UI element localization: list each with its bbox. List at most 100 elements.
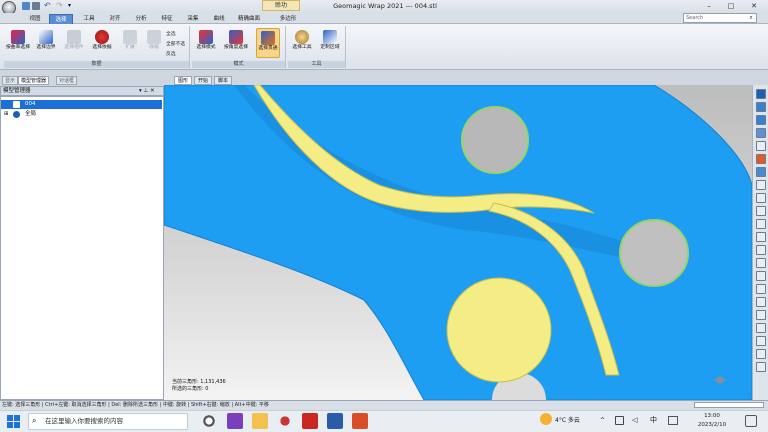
notifications-icon[interactable] bbox=[745, 415, 757, 427]
clock-time: 13:00 bbox=[704, 413, 720, 419]
lighting-icon[interactable] bbox=[756, 180, 766, 190]
select-component-button[interactable]: 选择组件 bbox=[62, 28, 86, 58]
3d-viewport[interactable] bbox=[164, 85, 752, 400]
weather-text[interactable]: 4°C 多云 bbox=[555, 417, 580, 425]
shrink-button[interactable]: 收缩 bbox=[142, 28, 166, 58]
taskbar-search-input[interactable]: 在这里输入你要搜索的内容 bbox=[28, 413, 188, 430]
clip-icon[interactable] bbox=[756, 245, 766, 255]
component-icon bbox=[67, 30, 81, 44]
right-toolbar bbox=[752, 85, 768, 400]
minimize-button[interactable]: – bbox=[700, 1, 718, 11]
redo-icon[interactable]: ↷ bbox=[56, 2, 64, 10]
close-button[interactable]: ✕ bbox=[745, 1, 763, 11]
lasso-icon bbox=[295, 30, 309, 44]
select-by-curvature-button[interactable]: 按曲率选择 bbox=[6, 28, 30, 58]
model-tree bbox=[0, 96, 164, 400]
grid-icon[interactable] bbox=[756, 232, 766, 242]
tray-chevron-icon[interactable]: ^ bbox=[600, 417, 605, 425]
viewport-tabs: 图形 开始 脚本 bbox=[164, 76, 768, 85]
section-icon[interactable] bbox=[756, 219, 766, 229]
tree-item-004[interactable]: 004 bbox=[1, 100, 162, 109]
panel-pin-icon[interactable]: ▾ ⊥ ✕ bbox=[139, 87, 155, 96]
invert-selection-button[interactable]: 反选 bbox=[166, 50, 176, 57]
measure-icon[interactable] bbox=[756, 206, 766, 216]
hole-right bbox=[619, 219, 689, 287]
view-top-icon[interactable] bbox=[756, 128, 766, 138]
progress-bar bbox=[694, 402, 764, 408]
maximize-button[interactable]: □ bbox=[722, 1, 740, 11]
clock[interactable]: 13:00 2023/2/10 bbox=[690, 412, 734, 430]
record-icon[interactable] bbox=[277, 413, 293, 429]
tab-view[interactable]: 视图 bbox=[24, 14, 46, 24]
selection-mode-icon bbox=[199, 30, 213, 44]
select-by-angle-button[interactable]: 按角度选择 bbox=[224, 28, 248, 58]
tab-model-manager[interactable]: 模型管理器 bbox=[18, 76, 50, 85]
select-none-button[interactable]: 全部不选 bbox=[166, 40, 185, 47]
windows-start-icon[interactable] bbox=[7, 415, 20, 428]
fit-icon[interactable] bbox=[756, 297, 766, 307]
tab-display[interactable]: 显示 bbox=[2, 76, 19, 85]
mesh-render bbox=[164, 85, 752, 400]
tab-exact-surfaces[interactable]: 精确曲面 bbox=[234, 14, 264, 24]
view-back-icon[interactable] bbox=[756, 115, 766, 125]
tab-graphics[interactable]: 图形 bbox=[174, 76, 193, 85]
calendar-icon[interactable] bbox=[668, 416, 678, 425]
file-explorer-icon[interactable] bbox=[252, 413, 268, 429]
custom-region-button[interactable]: 定制区域 bbox=[318, 28, 342, 58]
wps-icon[interactable] bbox=[352, 413, 368, 429]
points-icon[interactable] bbox=[756, 349, 766, 359]
selection-mode-button[interactable]: 选择模式 bbox=[194, 28, 218, 58]
clock-date: 2023/2/10 bbox=[697, 422, 727, 428]
tab-features[interactable]: 特征 bbox=[156, 14, 178, 24]
view-cube-icon[interactable] bbox=[756, 89, 766, 99]
tab-script[interactable]: 脚本 bbox=[214, 76, 233, 85]
wireframe-icon[interactable] bbox=[756, 167, 766, 177]
tab-polygons[interactable]: 多边形 bbox=[274, 14, 302, 24]
tab-align[interactable]: 对齐 bbox=[104, 14, 126, 24]
pan-icon[interactable] bbox=[756, 271, 766, 281]
expand-button[interactable]: 扩展 bbox=[118, 28, 142, 58]
tab-dialog[interactable]: 对话框 bbox=[56, 76, 78, 85]
select-by-button[interactable]: 选择依据 bbox=[90, 28, 114, 58]
hide-icon[interactable] bbox=[756, 258, 766, 268]
task-view-icon[interactable] bbox=[201, 413, 217, 429]
bounding-box-icon[interactable] bbox=[756, 323, 766, 333]
render-icon[interactable] bbox=[756, 362, 766, 372]
status-bar: 左键: 选择三角形 | Ctrl+左键: 取消选择三角形 | Del: 删除所选… bbox=[0, 400, 768, 410]
new-file-icon[interactable] bbox=[22, 2, 30, 10]
rotate-icon[interactable] bbox=[756, 284, 766, 294]
shading-icon[interactable] bbox=[756, 154, 766, 164]
qa-dropdown-icon[interactable]: ▾ bbox=[68, 2, 76, 10]
tab-analysis[interactable]: 分析 bbox=[130, 14, 152, 24]
weather-icon bbox=[540, 413, 552, 425]
tab-capture[interactable]: 采集 bbox=[182, 14, 204, 24]
tab-select[interactable]: 选择 bbox=[49, 14, 73, 24]
search-icon[interactable]: ⌕ bbox=[747, 14, 755, 22]
selection-tools-button[interactable]: 选择工具 bbox=[290, 28, 314, 58]
select-boundary-button[interactable]: 选择边界 bbox=[34, 28, 58, 58]
tab-tools[interactable]: 工具 bbox=[78, 14, 100, 24]
group-tools: 选择工具 定制区域 工具 bbox=[288, 26, 346, 68]
normals-icon[interactable] bbox=[756, 310, 766, 320]
expand-icon[interactable]: ⊞ bbox=[4, 110, 9, 119]
custom-region-icon bbox=[323, 30, 337, 44]
dx-app-icon[interactable] bbox=[302, 413, 318, 429]
undo-icon[interactable]: ↶ bbox=[44, 2, 52, 10]
volume-icon[interactable]: ◁ bbox=[632, 416, 637, 425]
search-input[interactable]: Search bbox=[683, 13, 757, 23]
zoom-icon[interactable] bbox=[756, 141, 766, 151]
tree-item-global[interactable]: ⊞ 全局 bbox=[1, 110, 162, 119]
onenote-icon[interactable] bbox=[227, 413, 243, 429]
save-icon[interactable] bbox=[32, 2, 40, 10]
ime-icon[interactable]: 中 bbox=[650, 416, 657, 425]
cursor-icon[interactable] bbox=[756, 193, 766, 203]
tab-curves[interactable]: 曲线 bbox=[208, 14, 230, 24]
word-icon[interactable] bbox=[327, 413, 343, 429]
axes-icon[interactable] bbox=[756, 336, 766, 346]
view-front-icon[interactable] bbox=[756, 102, 766, 112]
network-icon[interactable] bbox=[615, 416, 624, 425]
current-triangles: 当前三角形: 1,131,436 bbox=[172, 379, 226, 385]
select-through-button[interactable]: 选择贯通 bbox=[256, 28, 280, 58]
select-all-button[interactable]: 全选 bbox=[166, 30, 176, 37]
tab-start[interactable]: 开始 bbox=[194, 76, 213, 85]
